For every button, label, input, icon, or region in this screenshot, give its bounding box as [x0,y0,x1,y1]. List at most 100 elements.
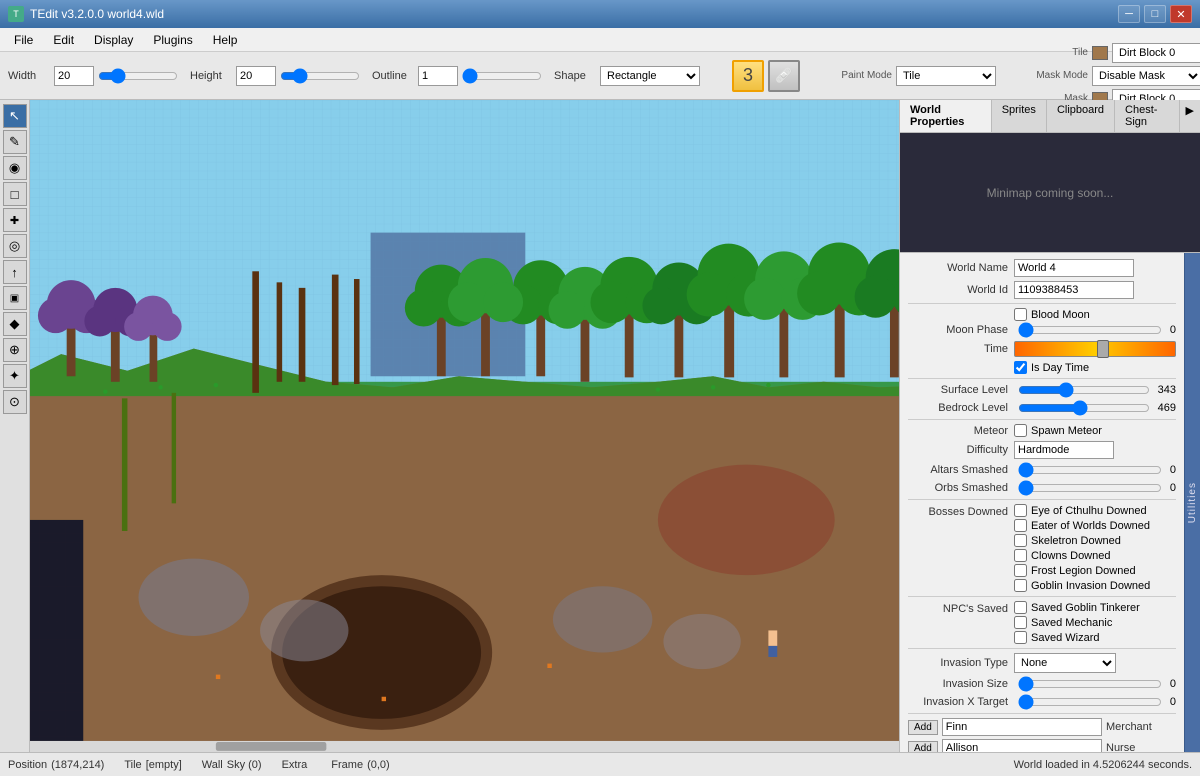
outline-slider[interactable] [462,68,542,84]
left-tool-8[interactable]: ▣ [3,286,27,310]
left-tool-picker[interactable]: ✚ [3,208,27,232]
invasion-size-slider[interactable] [1018,677,1162,691]
tab-clipboard[interactable]: Clipboard [1047,100,1115,132]
clowns-checkbox[interactable] [1014,549,1027,562]
moon-phase-value: 0 [1170,324,1176,336]
surface-level-value: 343 [1158,384,1176,396]
outline-input[interactable] [418,66,458,86]
wall-item: Wall Sky (0) [202,759,262,771]
menu-plugins[interactable]: Plugins [143,31,202,49]
orbs-slider-group: 0 [1014,481,1176,495]
npc-type-1: Nurse [1106,742,1176,752]
left-tool-spray[interactable]: ◎ [3,234,27,258]
skeletron-checkbox[interactable] [1014,534,1027,547]
moon-phase-row: Moon Phase 0 [908,323,1176,337]
invasion-x-slider[interactable] [1018,695,1162,709]
height-input[interactable] [236,66,276,86]
saved-wizard-checkbox[interactable] [1014,631,1027,644]
time-slider-track[interactable] [1014,341,1176,357]
difficulty-row: Difficulty [908,441,1176,459]
left-tool-12[interactable]: ⊙ [3,390,27,414]
difficulty-label: Difficulty [908,444,1008,456]
left-tool-select[interactable]: ↖ [3,104,27,128]
left-tool-11[interactable]: ✦ [3,364,27,388]
maximize-button[interactable]: □ [1144,5,1166,23]
npc-row-0: Add Merchant [908,718,1176,736]
eye-cthulhu-checkbox[interactable] [1014,504,1027,517]
bosses-downed-label: Bosses Downed [908,504,1008,518]
npc-add-btn-0[interactable]: Add [908,720,938,735]
left-tool-pencil[interactable]: ✎ [3,130,27,154]
is-day-checkbox[interactable] [1014,361,1027,374]
invasion-type-select[interactable]: None Goblin Invasion Frost Legion [1014,653,1116,673]
shape-select[interactable]: Rectangle Ellipse [600,66,700,86]
canvas-area[interactable] [30,100,900,752]
world-name-row: World Name [908,259,1176,277]
left-tool-9[interactable]: ◆ [3,312,27,336]
bedrock-slider[interactable] [1018,401,1150,415]
frame-item: Frame (0,0) [331,759,389,771]
tab-world-properties[interactable]: World Properties [900,100,992,132]
panel-arrow-right[interactable]: ▶ [1180,100,1200,132]
invasion-x-row: Invasion X Target 0 [908,695,1176,709]
invasion-type-row: Invasion Type None Goblin Invasion Frost… [908,653,1176,673]
blood-moon-checkbox[interactable] [1014,308,1027,321]
moon-phase-label: Moon Phase [908,324,1008,336]
menu-help[interactable]: Help [203,31,248,49]
minimap-text: Minimap coming soon... [987,186,1114,200]
saved-goblin-label: Saved Goblin Tinkerer [1031,602,1140,614]
goblin-invasion-checkbox[interactable] [1014,579,1027,592]
divider-7 [908,713,1176,714]
height-slider[interactable] [280,68,360,84]
mask-mode-row: Mask Mode Disable Mask [1028,66,1200,86]
clowns-label: Clowns Downed [1031,550,1110,562]
spawn-meteor-checkbox[interactable] [1014,424,1027,437]
eater-worlds-checkbox[interactable] [1014,519,1027,532]
width-slider[interactable] [98,68,178,84]
left-tool-arrow[interactable]: ↑ [3,260,27,284]
tool-buttons: 3 🩹 [732,60,800,92]
eater-worlds-label: Eater of Worlds Downed [1031,520,1150,532]
divider-4 [908,499,1176,500]
npc-name-1[interactable] [942,739,1102,752]
time-slider-thumb[interactable] [1097,340,1109,358]
world-name-input[interactable] [1014,259,1134,277]
menu-edit[interactable]: Edit [43,31,84,49]
tool-btn-1[interactable]: 3 [732,60,764,92]
frame-value: (0,0) [367,759,390,771]
world-id-input[interactable] [1014,281,1134,299]
width-input[interactable] [54,66,94,86]
left-tool-fill[interactable]: ◉ [3,156,27,180]
surface-slider[interactable] [1018,383,1150,397]
saved-goblin-checkbox[interactable] [1014,601,1027,614]
tab-sprites[interactable]: Sprites [992,100,1047,132]
tab-chest-sign[interactable]: Chest-Sign [1115,100,1180,132]
npc-row-1: Add Nurse [908,739,1176,752]
app-icon: T [8,6,24,22]
left-tool-scroll[interactable]: ⊕ [3,338,27,362]
window-controls: ─ □ ✕ [1118,5,1192,23]
mask-mode-select[interactable]: Disable Mask [1092,66,1200,86]
close-button[interactable]: ✕ [1170,5,1192,23]
difficulty-input[interactable] [1014,441,1114,459]
npc-add-btn-1[interactable]: Add [908,741,938,753]
frost-legion-checkbox[interactable] [1014,564,1027,577]
saved-mechanic-checkbox[interactable] [1014,616,1027,629]
moon-phase-slider[interactable] [1018,323,1162,337]
tile-select[interactable]: Dirt Block 0 [1112,43,1200,63]
left-tool-eraser[interactable]: □ [3,182,27,206]
altars-slider[interactable] [1018,463,1162,477]
menu-file[interactable]: File [4,31,43,49]
frost-legion-label: Frost Legion Downed [1031,565,1136,577]
menu-display[interactable]: Display [84,31,143,49]
orbs-smashed-value: 0 [1170,482,1176,494]
tool-btn-2[interactable]: 🩹 [768,60,800,92]
orbs-slider[interactable] [1018,481,1162,495]
paint-mode-select[interactable]: Tile [896,66,996,86]
minimize-button[interactable]: ─ [1118,5,1140,23]
position-label: Position [8,759,47,771]
outline-group: Outline [372,66,542,86]
position-item: Position (1874,214) [8,759,104,771]
world-canvas[interactable] [30,100,899,752]
npc-name-0[interactable] [942,718,1102,736]
